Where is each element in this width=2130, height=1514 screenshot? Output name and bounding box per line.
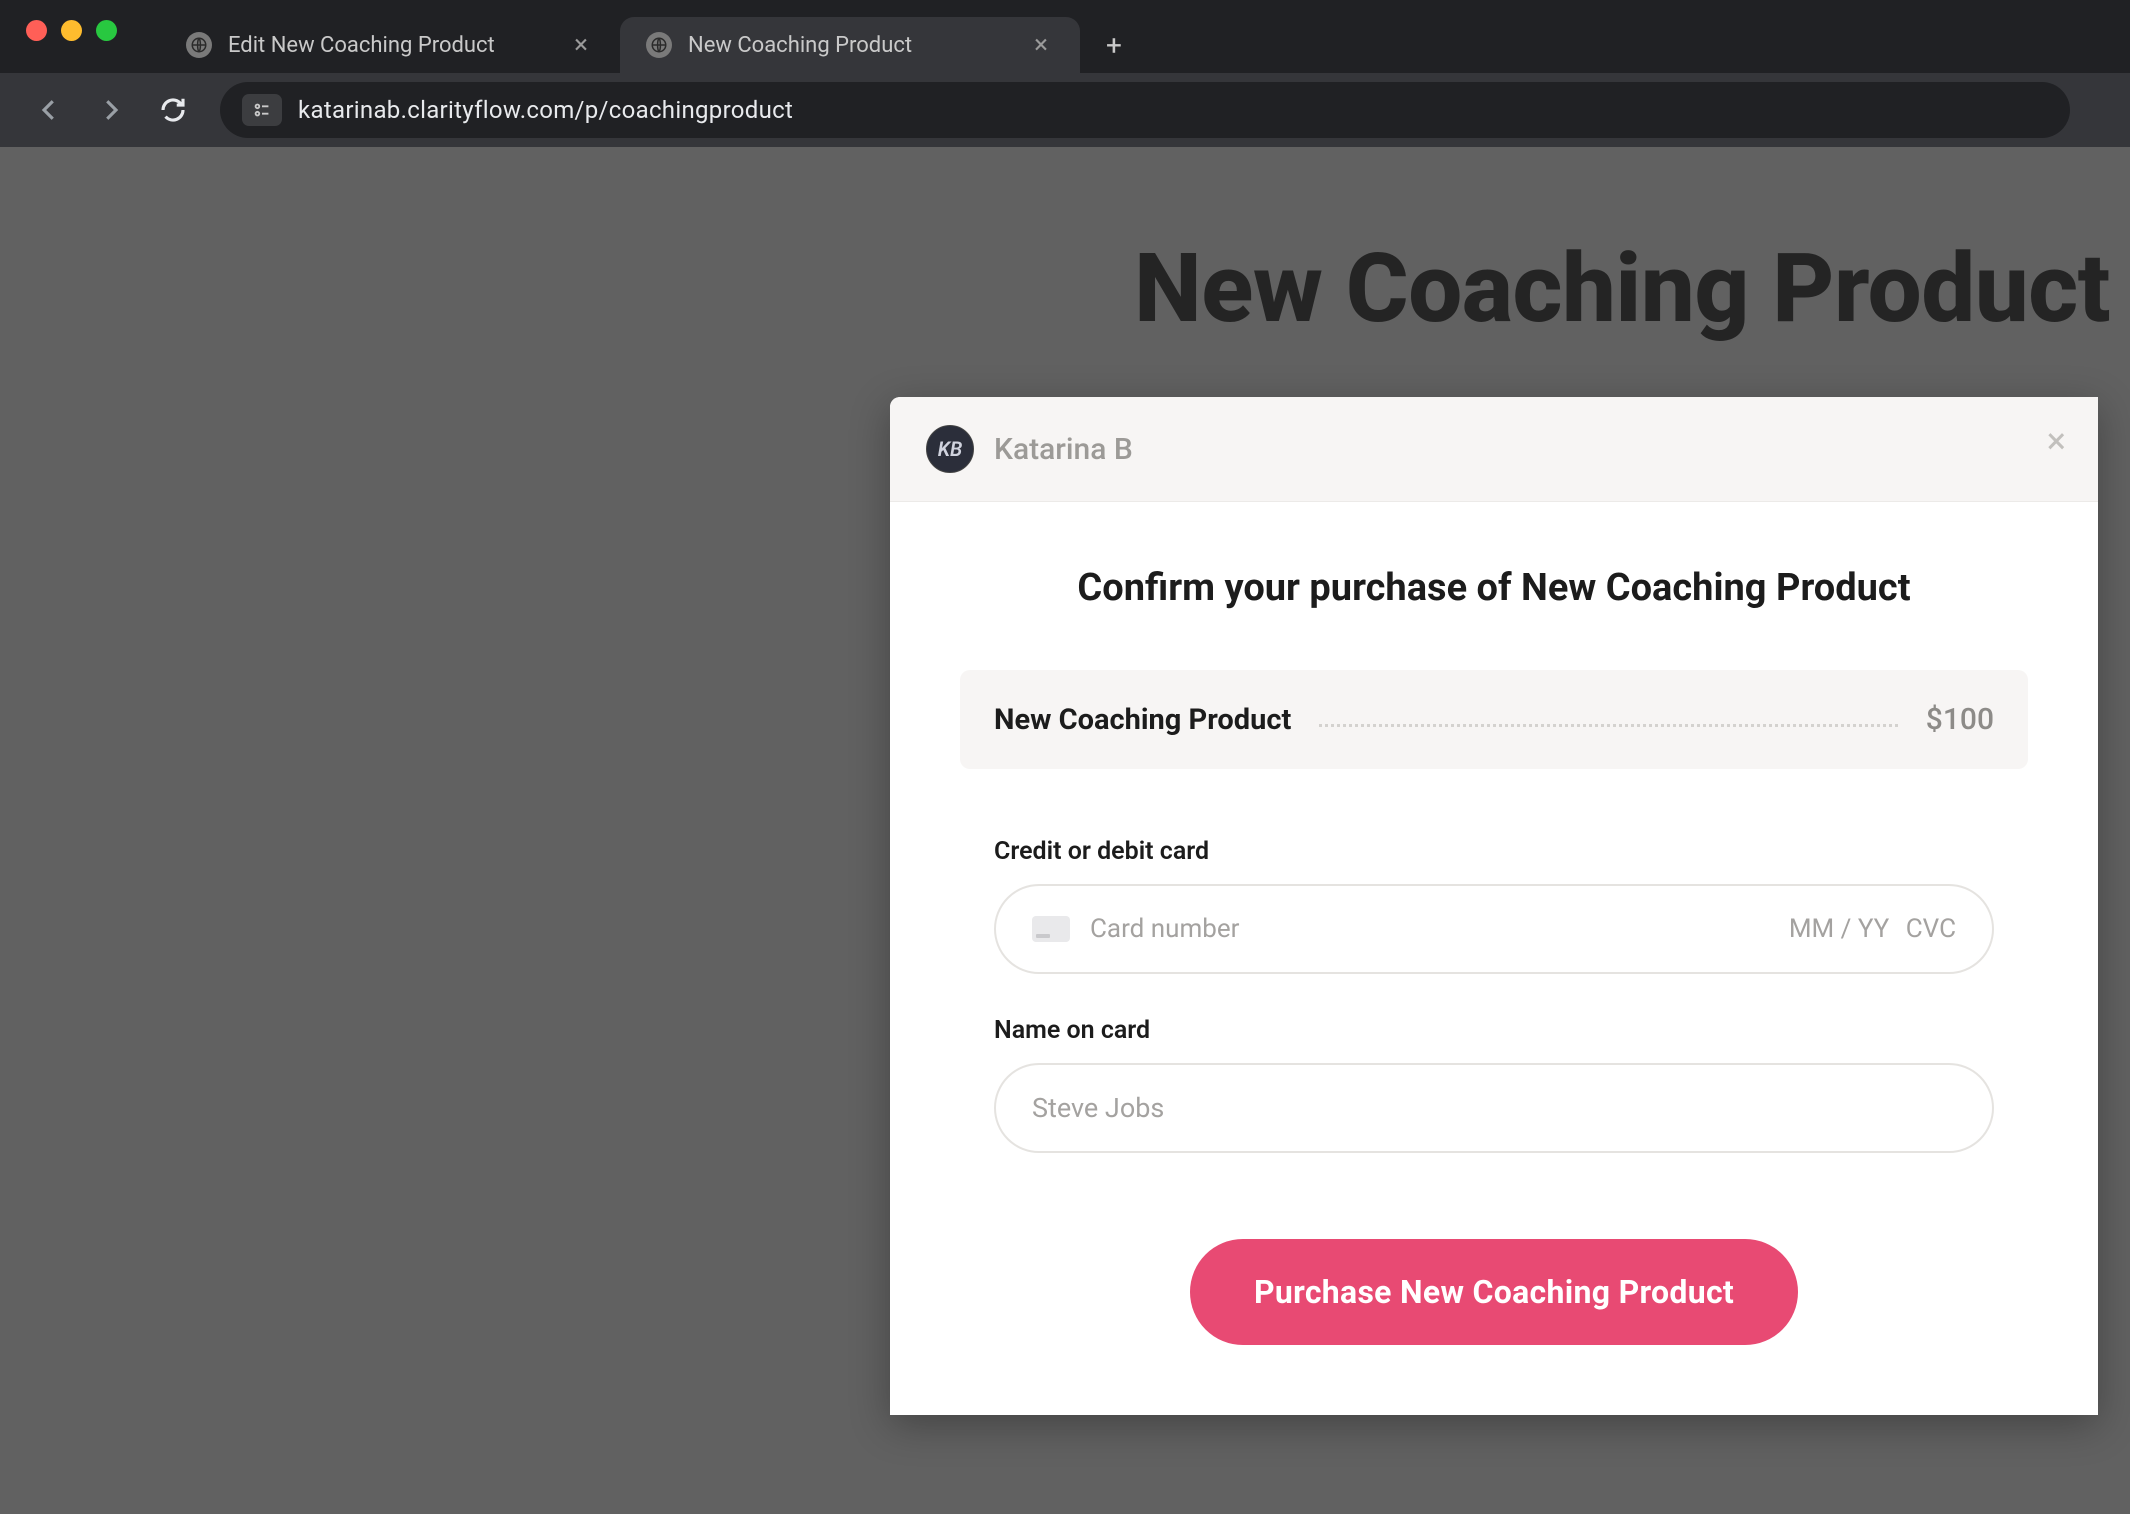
- close-icon[interactable]: ×: [566, 30, 596, 60]
- window-maximize-dot[interactable]: [96, 20, 117, 41]
- tab-bar: Edit New Coaching Product × New Coaching…: [0, 0, 2130, 73]
- reload-button[interactable]: [146, 83, 200, 137]
- name-label: Name on card: [994, 1016, 1994, 1045]
- card-cvc-placeholder: CVC: [1906, 914, 1956, 944]
- card-label: Credit or debit card: [994, 837, 1994, 866]
- window-controls: [26, 20, 117, 41]
- url-text: katarinab.clarityflow.com/p/coachingprod…: [298, 96, 2048, 124]
- name-input[interactable]: [994, 1063, 1994, 1153]
- window-minimize-dot[interactable]: [61, 20, 82, 41]
- window-close-dot[interactable]: [26, 20, 47, 41]
- card-extras: MM / YY CVC: [1779, 914, 1956, 944]
- card-field-group: Credit or debit card Card number MM / YY…: [960, 837, 2028, 974]
- toolbar: katarinab.clarityflow.com/p/coachingprod…: [0, 73, 2130, 147]
- purchase-modal: KB Katarina B × Confirm your purchase of…: [890, 397, 2098, 1415]
- purchase-button[interactable]: Purchase New Coaching Product: [1190, 1239, 1798, 1345]
- card-input[interactable]: Card number MM / YY CVC: [994, 884, 1994, 974]
- tab-title: Edit New Coaching Product: [228, 33, 550, 58]
- credit-card-icon: [1032, 916, 1070, 942]
- name-field-group: Name on card: [960, 1016, 2028, 1153]
- tab-title: New Coaching Product: [688, 33, 1010, 58]
- modal-body: Confirm your purchase of New Coaching Pr…: [890, 502, 2098, 1415]
- new-tab-button[interactable]: +: [1090, 21, 1138, 69]
- forward-button[interactable]: [84, 83, 138, 137]
- browser-chrome: Edit New Coaching Product × New Coaching…: [0, 0, 2130, 147]
- back-button[interactable]: [22, 83, 76, 137]
- site-info-icon[interactable]: [242, 94, 282, 126]
- modal-footer: Purchase New Coaching Product: [960, 1239, 2028, 1345]
- line-item-name: New Coaching Product: [994, 703, 1291, 737]
- card-expiry-placeholder: MM / YY: [1789, 914, 1889, 944]
- modal-header: KB Katarina B ×: [890, 397, 2098, 502]
- avatar: KB: [926, 425, 974, 473]
- globe-icon: [186, 32, 212, 58]
- line-item: New Coaching Product $100: [960, 670, 2028, 769]
- address-bar[interactable]: katarinab.clarityflow.com/p/coachingprod…: [220, 82, 2070, 138]
- card-number-placeholder: Card number: [1090, 914, 1759, 944]
- confirm-heading: Confirm your purchase of New Coaching Pr…: [960, 566, 2028, 610]
- seller-name: Katarina B: [994, 432, 1133, 467]
- close-icon[interactable]: ×: [2047, 423, 2066, 459]
- dotted-leader: [1319, 724, 1898, 727]
- tab-edit-product[interactable]: Edit New Coaching Product ×: [160, 17, 620, 73]
- close-icon[interactable]: ×: [1026, 30, 1056, 60]
- tab-new-product[interactable]: New Coaching Product ×: [620, 17, 1080, 73]
- globe-icon: [646, 32, 672, 58]
- page-content: New Coaching Product KB Katarina B × Con…: [0, 147, 2130, 1514]
- line-item-price: $100: [1926, 702, 1994, 737]
